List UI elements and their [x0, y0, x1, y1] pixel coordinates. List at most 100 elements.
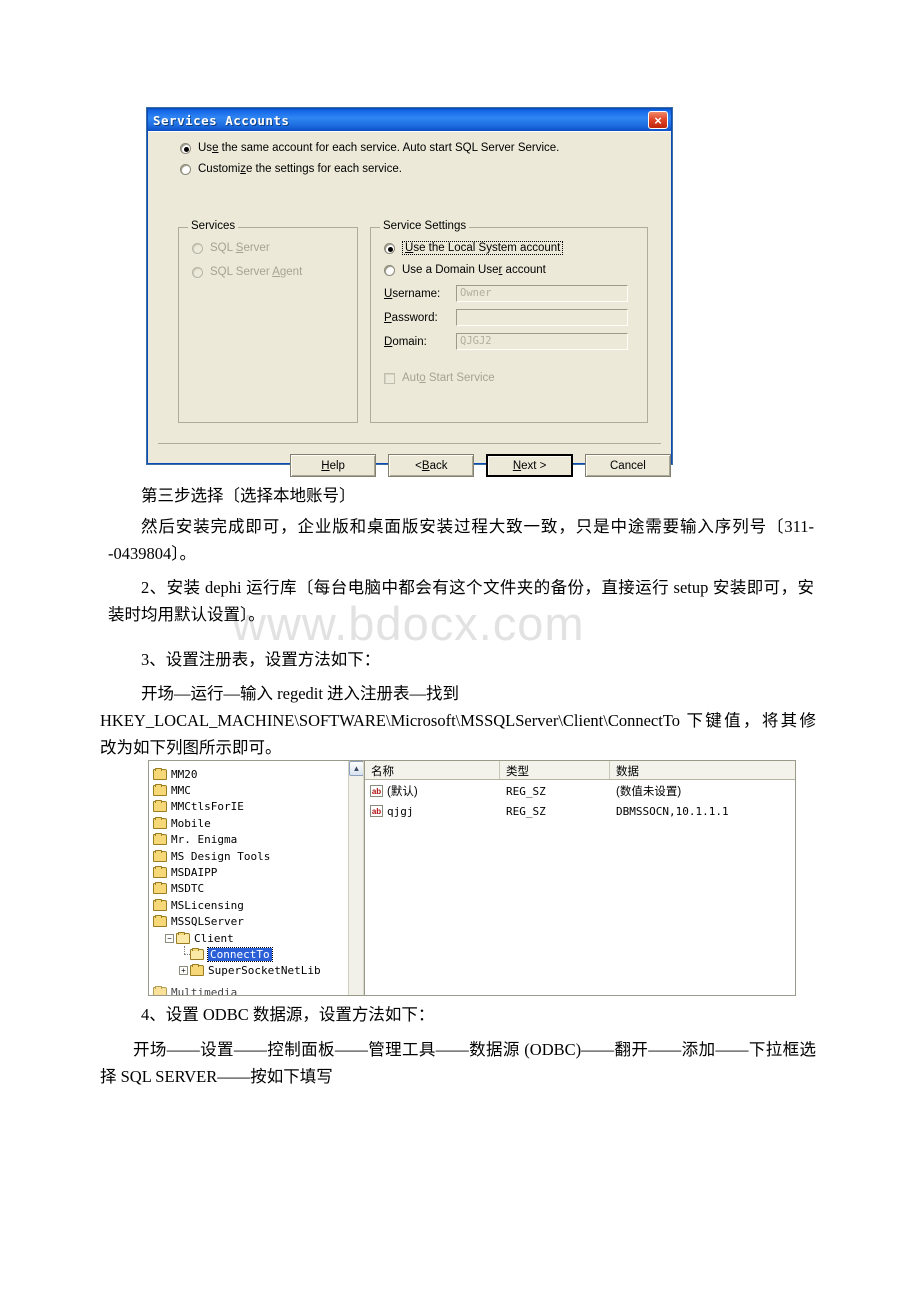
string-value-icon: ab	[370, 785, 383, 797]
tree-item-msdaipp[interactable]: MSDAIPP	[153, 864, 363, 880]
tree-item-mm20[interactable]: MM20	[153, 766, 363, 782]
paragraph-odbc-heading: 4、设置 ODBC 数据源，设置方法如下：	[141, 1005, 435, 1024]
radio-indicator[interactable]	[180, 163, 191, 175]
tree-item-mr-enigma[interactable]: Mr. Enigma	[153, 832, 363, 848]
radio-indicator[interactable]	[180, 142, 191, 154]
domain-input[interactable]: QJGJ2	[456, 333, 628, 350]
tree-item-label: MMCtlsForIE	[171, 800, 244, 814]
next-button[interactable]: Next >	[486, 454, 573, 477]
table-row[interactable]: ab (默认) REG_SZ (数值未设置)	[365, 780, 795, 800]
value-name-cell: ab (默认)	[365, 783, 500, 799]
tree-item-label: MSSQLServer	[171, 915, 244, 929]
back-button[interactable]: < Back	[388, 454, 475, 477]
folder-icon	[190, 964, 204, 977]
value-name-label: qjgj	[387, 804, 414, 818]
registry-tree-pane[interactable]: MM20 MMC MMCtlsForIE Mobile Mr. Enigma M…	[149, 761, 364, 995]
tree-item-mmc[interactable]: MMC	[153, 782, 363, 798]
tree-item-mobile[interactable]: Mobile	[153, 815, 363, 831]
expand-icon[interactable]: +	[179, 966, 188, 976]
tree-elbow-line	[179, 946, 190, 962]
radio-use-same-account[interactable]: Use the same account for each service. A…	[180, 142, 671, 154]
collapse-icon[interactable]: −	[165, 933, 174, 943]
value-data-cell: (数值未设置)	[616, 786, 682, 798]
column-header-data[interactable]: 数据	[610, 761, 795, 779]
tree-item-mslicensing[interactable]: MSLicensing	[153, 897, 363, 913]
tree-item-label: Multimedia	[171, 985, 238, 996]
tree-item-label: Client	[194, 931, 234, 945]
registry-values-header: 名称 类型 数据	[365, 761, 795, 780]
value-type-cell: REG_SZ	[506, 784, 546, 798]
tree-scrollbar[interactable]: ▲	[348, 761, 363, 995]
service-settings-groupbox-title: Service Settings	[380, 220, 470, 232]
folder-open-icon	[190, 947, 204, 960]
checkbox-label: Auto Start Service	[402, 372, 495, 384]
username-field-row: Username: Owner	[384, 285, 647, 302]
tree-item-label: MSDAIPP	[171, 866, 218, 880]
radio-domain-user-account[interactable]: Use a Domain User account	[384, 264, 647, 276]
tree-item-mmctlsforie[interactable]: MMCtlsForIE	[153, 799, 363, 815]
paragraph-registry-heading: 3、设置注册表，设置方法如下：	[141, 650, 381, 669]
registry-values-pane: 名称 类型 数据 ab (默认) REG_SZ (数值未设置) ab qjgj …	[364, 761, 795, 995]
tree-item-connectto[interactable]: ConnectTo	[179, 946, 363, 962]
dialog-button-bar: Help < Back Next > Cancel	[148, 454, 672, 477]
tree-item-label: MSLicensing	[171, 898, 244, 912]
services-groupbox: Services SQL Server SQL Server Agent	[178, 220, 358, 423]
tree-item-label: Mobile	[171, 816, 211, 830]
close-icon[interactable]: ×	[648, 111, 668, 129]
username-input[interactable]: Owner	[456, 285, 628, 302]
paragraph-regedit-steps: 开场—运行—输入 regedit 进入注册表—找到	[141, 684, 460, 703]
services-groupbox-title: Services	[188, 220, 239, 232]
paragraph-registry-path: HKEY_LOCAL_MACHINE\SOFTWARE\Microsoft\MS…	[100, 711, 816, 757]
tree-item-label: Mr. Enigma	[171, 833, 238, 847]
dialog-body: Use the same account for each service. A…	[148, 131, 672, 477]
radio-indicator[interactable]	[384, 264, 395, 276]
radio-sql-server: SQL Server	[192, 242, 357, 254]
radio-label: Use the same account for each service. A…	[198, 142, 560, 154]
tree-item-label: SuperSocketNetLib	[208, 964, 321, 978]
scroll-up-icon[interactable]: ▲	[349, 761, 363, 776]
tree-item-ms-design-tools[interactable]: MS Design Tools	[153, 848, 363, 864]
services-accounts-dialog: Services Accounts × Use the same account…	[147, 108, 672, 477]
password-field-row: Password:	[384, 309, 647, 326]
folder-icon	[153, 800, 167, 813]
radio-indicator	[192, 266, 203, 278]
tree-item-msdtc[interactable]: MSDTC	[153, 881, 363, 897]
button-separator	[158, 443, 661, 444]
value-name-label: (默认)	[387, 786, 418, 798]
tree-item-label: MMC	[171, 784, 191, 798]
help-button[interactable]: Help	[290, 454, 377, 477]
tree-item-label: MSDTC	[171, 882, 205, 896]
radio-customize-settings[interactable]: Customize the settings for each service.	[180, 163, 671, 175]
folder-icon	[153, 866, 167, 879]
folder-icon	[153, 816, 167, 829]
tree-item-supersocketnetlib[interactable]: + SuperSocketNetLib	[179, 963, 363, 979]
dialog-titlebar: Services Accounts ×	[148, 109, 671, 131]
domain-label: Domain:	[384, 335, 427, 348]
account-mode-options: Use the same account for each service. A…	[148, 132, 671, 175]
paragraph-odbc-steps: 开场——设置——控制面板——管理工具——数据源 (ODBC)——翻开——添加——…	[100, 1040, 816, 1086]
column-header-name[interactable]: 名称	[365, 761, 500, 779]
radio-local-system-account[interactable]: Use the Local System account	[384, 241, 647, 255]
tree-item-mssqlserver[interactable]: MSSQLServer	[153, 914, 363, 930]
cancel-button[interactable]: Cancel	[584, 454, 672, 477]
paragraph-install-complete: 然后安装完成即可，企业版和桌面版安装过程大致一致，只是中途需要输入序列号〔311…	[108, 517, 814, 563]
tree-item-multimedia-clipped[interactable]: Multimedia	[153, 985, 237, 995]
column-header-type[interactable]: 类型	[500, 761, 610, 779]
folder-icon	[153, 849, 167, 862]
tree-item-client[interactable]: − Client	[165, 930, 363, 946]
folder-icon	[153, 784, 167, 797]
dialog-title: Services Accounts	[153, 112, 290, 128]
paragraph-step3: 第三步选择〔选择本地账号〕	[141, 486, 356, 505]
password-input[interactable]	[456, 309, 628, 326]
radio-label: Use a Domain User account	[402, 264, 546, 276]
string-value-icon: ab	[370, 805, 383, 817]
folder-icon	[153, 915, 167, 928]
value-data-cell: DBMSSOCN,10.1.1.1	[616, 804, 729, 818]
service-settings-groupbox: Service Settings Use the Local System ac…	[370, 220, 648, 423]
radio-indicator[interactable]	[384, 242, 395, 254]
value-name-cell: ab qjgj	[365, 805, 500, 818]
radio-label: Use the Local System account	[402, 241, 564, 255]
folder-icon	[153, 833, 167, 846]
domain-field-row: Domain: QJGJ2	[384, 333, 647, 350]
table-row[interactable]: ab qjgj REG_SZ DBMSSOCN,10.1.1.1	[365, 800, 795, 820]
